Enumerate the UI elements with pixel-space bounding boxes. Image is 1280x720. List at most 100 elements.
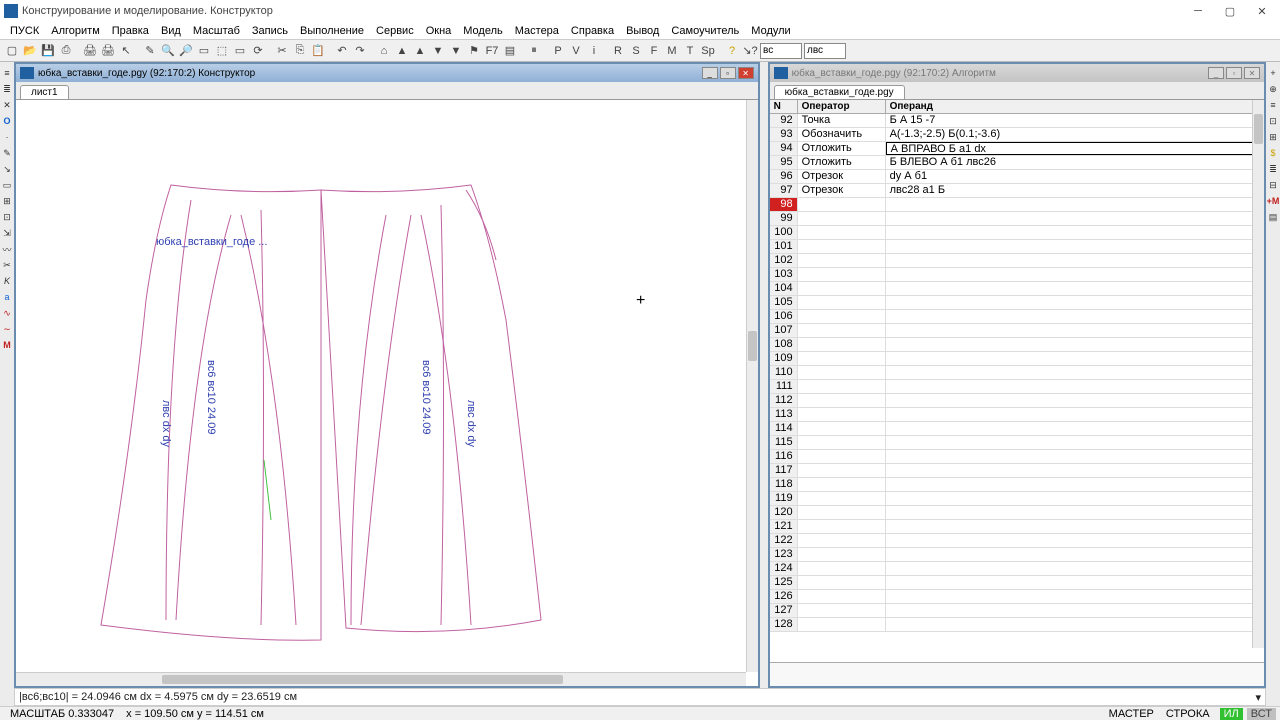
panel-close-button[interactable]: ✕ — [738, 67, 754, 79]
param2-input[interactable] — [804, 43, 846, 59]
home-icon[interactable]: ⌂ — [376, 43, 392, 59]
lt-pen-icon[interactable]: ✎ — [1, 146, 13, 160]
table-row[interactable]: 128 — [770, 618, 1264, 632]
print2-icon[interactable]: 🖨 — [100, 43, 116, 59]
p-button[interactable]: P — [550, 43, 566, 59]
panel-max-button[interactable]: ▫ — [1226, 67, 1242, 79]
menu-мастера[interactable]: Мастера — [509, 25, 565, 37]
menu-модель[interactable]: Модель — [457, 25, 508, 37]
new-icon[interactable]: ▢ — [4, 43, 20, 59]
table-row[interactable]: 94ОтложитьА ВПРАВО Б а1 dx — [770, 142, 1264, 156]
table-row[interactable]: 108 — [770, 338, 1264, 352]
whatsthis-icon[interactable]: ↘? — [742, 43, 758, 59]
grid-vscroll[interactable] — [1252, 100, 1264, 648]
table-row[interactable]: 103 — [770, 268, 1264, 282]
panel-min-button[interactable]: _ — [702, 67, 718, 79]
lt8-icon[interactable]: 〰 — [1, 242, 13, 256]
table-row[interactable]: 98 — [770, 198, 1264, 212]
table-row[interactable]: 117 — [770, 464, 1264, 478]
select-rect-icon[interactable]: ▭ — [232, 43, 248, 59]
param1-input[interactable] — [760, 43, 802, 59]
rt2-icon[interactable]: ≡ — [1267, 98, 1279, 112]
rt-m-icon[interactable]: +М — [1267, 194, 1279, 208]
lt-wave2-icon[interactable]: ∼ — [1, 322, 13, 336]
rt3-icon[interactable]: ⊡ — [1267, 114, 1279, 128]
save-icon[interactable]: 💾 — [40, 43, 56, 59]
table-row[interactable]: 92ТочкаБ А 15 -7 — [770, 114, 1264, 128]
lt2-icon[interactable]: ≣ — [1, 82, 13, 96]
table-row[interactable]: 112 — [770, 394, 1264, 408]
menu-пуск[interactable]: ПУСК — [4, 25, 45, 37]
table-row[interactable]: 124 — [770, 562, 1264, 576]
lt6-icon[interactable]: ⊡ — [1, 210, 13, 224]
zoom-fit-icon[interactable]: ⬚ — [214, 43, 230, 59]
lt-wave-icon[interactable]: ∿ — [1, 306, 13, 320]
refresh-icon[interactable]: ⟳ — [250, 43, 266, 59]
zoom-in-icon[interactable]: 🔍 — [160, 43, 176, 59]
cut-icon[interactable]: ✂ — [274, 43, 290, 59]
drawing-tab[interactable]: лист1 — [20, 85, 69, 99]
lt7-icon[interactable]: ⇲ — [1, 226, 13, 240]
menu-запись[interactable]: Запись — [246, 25, 294, 37]
open-icon[interactable]: 📂 — [22, 43, 38, 59]
table-row[interactable]: 95ОтложитьБ ВЛЕВО А б1 лвс26 — [770, 156, 1264, 170]
save2-icon[interactable]: ⎙ — [58, 43, 74, 59]
tri-down-icon[interactable]: ▼ — [430, 43, 446, 59]
zoom-out-icon[interactable]: 🔎 — [178, 43, 194, 59]
pause-icon[interactable]: ⏸ — [526, 43, 542, 59]
panel-max-button[interactable]: ▫ — [720, 67, 736, 79]
info-dropdown-icon[interactable]: ▾ — [1255, 691, 1261, 704]
menu-правка[interactable]: Правка — [106, 25, 155, 37]
table-row[interactable]: 113 — [770, 408, 1264, 422]
menu-вид[interactable]: Вид — [155, 25, 187, 37]
tri-solid-icon[interactable]: ▲ — [412, 43, 428, 59]
table-row[interactable]: 99 — [770, 212, 1264, 226]
tri-down2-icon[interactable]: ▼ — [448, 43, 464, 59]
table-row[interactable]: 106 — [770, 310, 1264, 324]
panel-close-button[interactable]: ✕ — [1244, 67, 1260, 79]
table-row[interactable]: 127 — [770, 604, 1264, 618]
canvas-hscroll[interactable] — [16, 672, 746, 686]
lt-arrow-icon[interactable]: ↘ — [1, 162, 13, 176]
f-button[interactable]: F — [646, 43, 662, 59]
minimize-button[interactable]: ─ — [1184, 3, 1212, 19]
table-row[interactable]: 123 — [770, 548, 1264, 562]
rt5-icon[interactable]: ≣ — [1267, 162, 1279, 176]
help-icon[interactable]: ? — [724, 43, 740, 59]
v-button[interactable]: V — [568, 43, 584, 59]
col-n[interactable]: N — [770, 100, 798, 113]
table-row[interactable]: 109 — [770, 352, 1264, 366]
table-row[interactable]: 102 — [770, 254, 1264, 268]
menu-модули[interactable]: Модули — [745, 25, 796, 37]
algorithm-tab[interactable]: юбка_вставки_годе.pgy — [774, 85, 905, 99]
rt6-icon[interactable]: ⊟ — [1267, 178, 1279, 192]
table-row[interactable]: 114 — [770, 422, 1264, 436]
table-row[interactable]: 110 — [770, 366, 1264, 380]
table-row[interactable]: 126 — [770, 590, 1264, 604]
lt-rect-icon[interactable]: ▭ — [1, 178, 13, 192]
i-button[interactable]: i — [586, 43, 602, 59]
table-row[interactable]: 107 — [770, 324, 1264, 338]
print-icon[interactable]: 🖨 — [82, 43, 98, 59]
canvas-vscroll[interactable] — [746, 100, 758, 672]
table-row[interactable]: 100 — [770, 226, 1264, 240]
table-row[interactable]: 122 — [770, 534, 1264, 548]
t-button[interactable]: T — [682, 43, 698, 59]
drawing-canvas[interactable]: юбка_вставки_годе ... вс6 вс10 24.09 лвс… — [16, 100, 758, 686]
lt-a-icon[interactable]: a — [1, 290, 13, 304]
table-row[interactable]: 125 — [770, 576, 1264, 590]
menu-алгоритм[interactable]: Алгоритм — [45, 25, 106, 37]
col-operand[interactable]: Операнд — [886, 100, 1264, 113]
m-button[interactable]: M — [664, 43, 680, 59]
s-button[interactable]: S — [628, 43, 644, 59]
zoom-window-icon[interactable]: ▭ — [196, 43, 212, 59]
menu-справка[interactable]: Справка — [565, 25, 620, 37]
table-row[interactable]: 115 — [770, 436, 1264, 450]
redo-icon[interactable]: ↷ — [352, 43, 368, 59]
rt-plus-icon[interactable]: + — [1267, 66, 1279, 80]
table-row[interactable]: 101 — [770, 240, 1264, 254]
menu-вывод[interactable]: Вывод — [620, 25, 665, 37]
table-row[interactable]: 119 — [770, 492, 1264, 506]
menu-масштаб[interactable]: Масштаб — [187, 25, 246, 37]
table-row[interactable]: 93ОбозначитьА(-1.3;-2.5) Б(0.1;-3.6) — [770, 128, 1264, 142]
